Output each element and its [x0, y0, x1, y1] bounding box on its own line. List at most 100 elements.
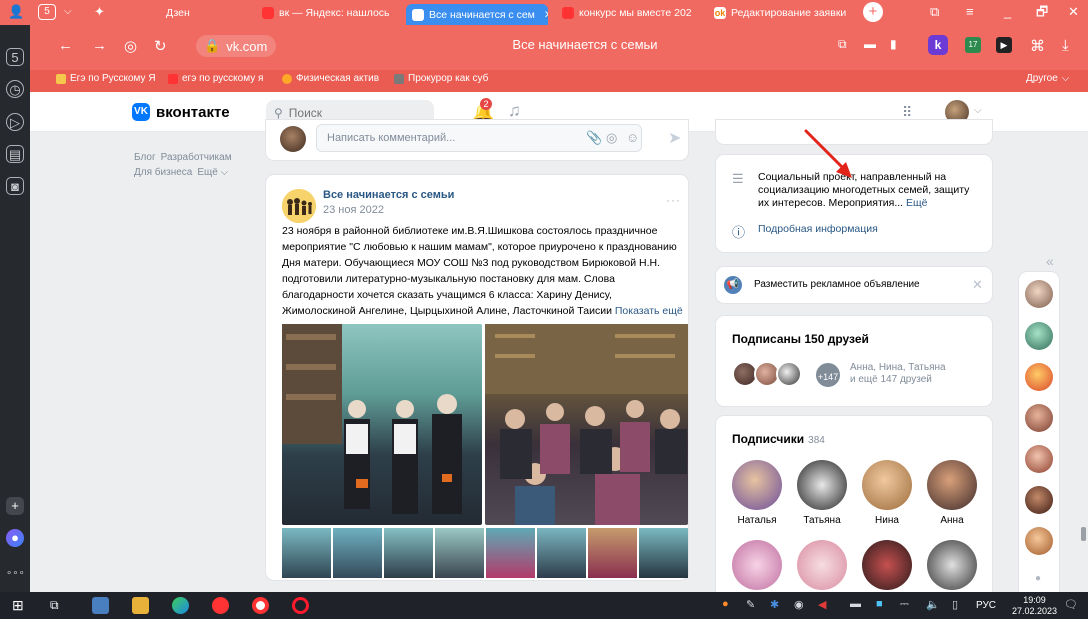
- new-tab-button[interactable]: +: [863, 2, 883, 22]
- edge-icon[interactable]: [172, 597, 189, 614]
- tab-dzen[interactable]: Дзен: [160, 3, 245, 23]
- bookmark-item[interactable]: Егэ по Русскому Я: [56, 73, 156, 84]
- camera-icon[interactable]: ◎: [606, 130, 617, 146]
- photo-thumbnail[interactable]: [639, 528, 688, 578]
- footer-link-business[interactable]: Для бизнеса: [134, 167, 192, 178]
- close-icon[interactable]: ✕: [972, 277, 983, 293]
- clock[interactable]: 19:09 27.02.2023: [1012, 595, 1057, 617]
- bluetooth-icon[interactable]: ✱: [770, 598, 779, 611]
- sparkle-icon[interactable]: ✦: [94, 4, 105, 20]
- photo-thumbnail[interactable]: [537, 528, 586, 578]
- bookmark-item[interactable]: Прокурор как суб: [394, 73, 488, 84]
- show-more-link[interactable]: Показать ещё: [615, 305, 683, 317]
- collapse-chats-icon[interactable]: «: [1046, 253, 1054, 269]
- subscriber-item[interactable]: [726, 540, 788, 590]
- tab-vk-active[interactable]: Все начинается с сем ✕: [406, 4, 548, 25]
- tray-app-icon[interactable]: ■: [876, 598, 883, 610]
- bookmark-tabs-icon[interactable]: ⧉: [930, 4, 939, 20]
- photo-thumbnail[interactable]: [588, 528, 637, 578]
- network-icon[interactable]: ⎓: [900, 598, 909, 611]
- photo-thumbnail[interactable]: [486, 528, 535, 578]
- task-view-icon[interactable]: ⧉: [50, 597, 67, 614]
- avatar[interactable]: [776, 361, 802, 387]
- bookmarks-other[interactable]: Другое ⌵: [1026, 73, 1069, 84]
- play-icon[interactable]: ▷: [6, 113, 24, 131]
- chevron-down-icon[interactable]: ⌵: [64, 4, 72, 20]
- photo-thumbnail[interactable]: [435, 528, 484, 578]
- subscriber-item[interactable]: Татьяна: [791, 460, 853, 526]
- avatar[interactable]: [1025, 404, 1053, 432]
- url-field[interactable]: 🔒 vk.com: [196, 35, 276, 57]
- yandex-tray-icon[interactable]: ◉: [794, 598, 804, 611]
- chat-bubble-icon[interactable]: ●: [1035, 573, 1041, 584]
- ad-label[interactable]: Разместить рекламное объявление: [754, 279, 920, 290]
- media-icon[interactable]: ▶: [996, 37, 1012, 53]
- avatar[interactable]: [1025, 280, 1053, 308]
- ad-promo-card[interactable]: 📢 Разместить рекламное объявление ✕: [716, 267, 992, 303]
- reload-icon[interactable]: ↻: [154, 37, 167, 55]
- search-input[interactable]: [288, 106, 419, 120]
- history-icon[interactable]: ◷: [6, 80, 24, 98]
- friends-title[interactable]: Подписаны 150 друзей: [732, 332, 869, 346]
- tab-count-badge[interactable]: 5: [38, 4, 56, 20]
- bookmark-item[interactable]: егэ по русскому я: [168, 73, 263, 84]
- footer-link-developers[interactable]: Разработчикам: [161, 152, 232, 163]
- arrow-tray-icon[interactable]: ◀: [818, 598, 826, 611]
- alice-icon[interactable]: ●: [6, 529, 24, 547]
- subscriber-item[interactable]: [791, 540, 853, 590]
- subscriber-item[interactable]: Нина: [856, 460, 918, 526]
- pen-icon[interactable]: ✎: [746, 598, 755, 611]
- screenshot-icon[interactable]: ◙: [6, 177, 24, 195]
- subscriber-item[interactable]: [921, 540, 983, 590]
- details-link[interactable]: Подробная информация: [758, 223, 878, 235]
- scrollbar[interactable]: [1081, 527, 1086, 541]
- restore-icon[interactable]: 🗗: [1036, 4, 1048, 20]
- chevron-down-icon[interactable]: ⌵: [974, 105, 982, 116]
- forward-icon[interactable]: →: [92, 37, 107, 54]
- extensions-icon[interactable]: ⌘: [1030, 37, 1045, 55]
- download-icon[interactable]: ⤓: [1062, 37, 1069, 54]
- subscriber-item[interactable]: Анна: [921, 460, 983, 526]
- close-window-icon[interactable]: ✕: [1068, 4, 1079, 20]
- word-icon[interactable]: [92, 597, 109, 614]
- file-explorer-icon[interactable]: [132, 597, 149, 614]
- yandex-browser-icon[interactable]: [252, 597, 269, 614]
- bookmark-item[interactable]: Физическая актив: [282, 73, 379, 84]
- notes-icon[interactable]: ▤: [6, 145, 24, 163]
- post-date[interactable]: 23 ноя 2022: [323, 204, 384, 216]
- opera-icon[interactable]: [292, 597, 309, 614]
- footer-link-blog[interactable]: Блог: [134, 152, 156, 163]
- minimize-icon[interactable]: _: [1004, 4, 1011, 20]
- photo-thumbnail[interactable]: [333, 528, 382, 578]
- music-icon[interactable]: ♫: [508, 101, 521, 121]
- battery-icon[interactable]: ▯: [952, 598, 958, 611]
- back-icon[interactable]: ←: [58, 37, 73, 54]
- avatar[interactable]: [1025, 486, 1053, 514]
- tab-edit-application[interactable]: ok Редактирование заявки: [708, 3, 848, 23]
- photo-thumbnail[interactable]: [282, 528, 331, 578]
- photo-thumbnail[interactable]: [384, 528, 433, 578]
- tab-contest[interactable]: конкурс мы вместе 202: [556, 3, 704, 23]
- avatar[interactable]: [1025, 322, 1053, 350]
- more-options-icon[interactable]: ···: [666, 193, 681, 207]
- calendar-icon[interactable]: 17: [965, 37, 981, 53]
- menu-icon[interactable]: ≡: [966, 4, 974, 20]
- apps-grid-icon[interactable]: ⠿: [902, 104, 912, 121]
- more-icon[interactable]: ∘∘∘: [6, 565, 25, 583]
- avatar[interactable]: [1025, 363, 1053, 391]
- tab-yandex-vk[interactable]: вк — Яндекс: нашлось: [256, 3, 398, 23]
- group-avatar[interactable]: [282, 189, 316, 223]
- avatar[interactable]: [1025, 445, 1053, 473]
- description-more-link[interactable]: Ещё: [906, 197, 927, 209]
- attach-icon[interactable]: 📎: [586, 130, 602, 146]
- footer-link-more[interactable]: Ещё ⌵: [197, 167, 228, 178]
- reader-icon[interactable]: ▬: [864, 37, 876, 51]
- vk-logo[interactable]: VK вконтакте: [132, 103, 230, 121]
- post-photo[interactable]: [282, 324, 482, 525]
- send-icon[interactable]: ➤: [668, 128, 681, 148]
- bookmark-icon[interactable]: ▮: [890, 37, 897, 51]
- yandex-icon[interactable]: [212, 597, 229, 614]
- subscribers-title[interactable]: Подписчики 384: [732, 432, 825, 446]
- post-author[interactable]: Все начинается с семьи: [323, 189, 454, 201]
- monitor-icon[interactable]: ▬: [850, 598, 861, 610]
